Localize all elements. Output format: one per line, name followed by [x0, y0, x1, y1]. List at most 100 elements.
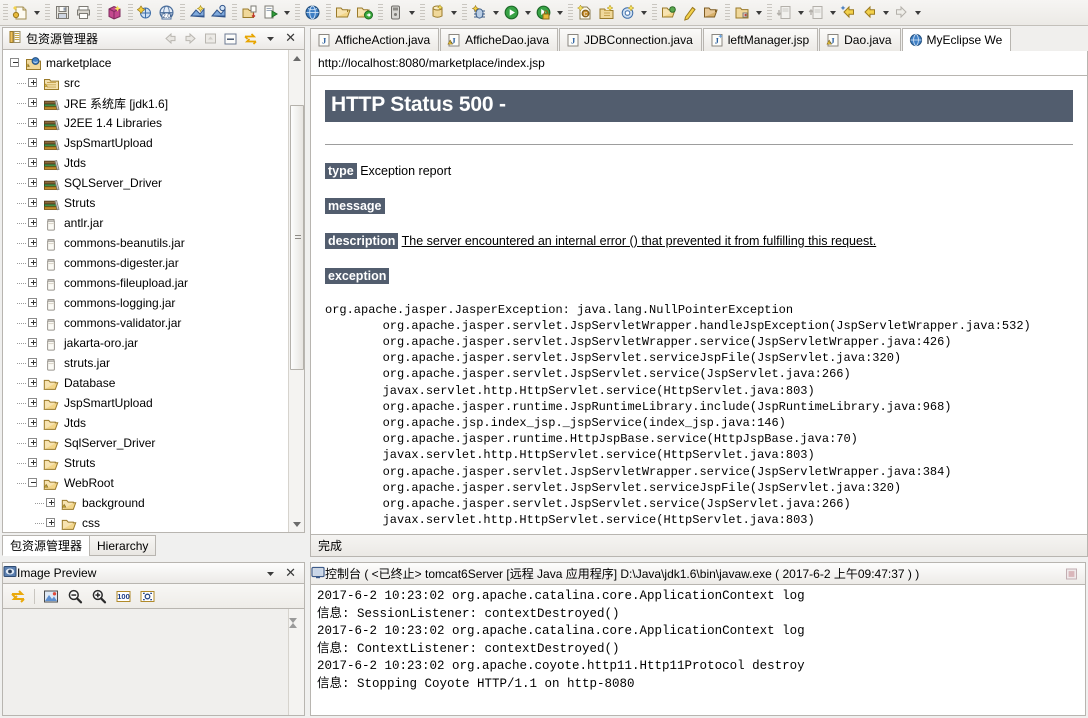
expand-toggle-icon[interactable] [35, 497, 58, 510]
browser-icon[interactable] [302, 2, 323, 23]
collapse-up-icon[interactable] [201, 30, 220, 48]
folder-link-dropdown-icon[interactable] [753, 2, 764, 23]
expand-toggle-icon[interactable] [17, 397, 40, 410]
toolbar-grip[interactable] [97, 3, 102, 22]
toolbar-grip[interactable] [128, 3, 133, 22]
toolbar-grip[interactable] [45, 3, 50, 22]
close-icon[interactable]: ✕ [281, 567, 300, 580]
tree-item[interactable]: commons-validator.jar [3, 313, 287, 333]
open-folder-icon[interactable] [333, 2, 354, 23]
web20-icon[interactable]: 2.0 [156, 2, 177, 23]
tree-item[interactable]: WebRoot [3, 473, 287, 493]
toolbar-grip[interactable] [568, 3, 573, 22]
toolbar-grip[interactable] [725, 3, 730, 22]
zoom-out-icon[interactable] [64, 586, 86, 606]
view-tab[interactable]: 包资源管理器 [2, 535, 91, 556]
tree-item[interactable]: src [3, 73, 287, 93]
toolbar-grip[interactable] [652, 3, 657, 22]
expand-toggle-icon[interactable] [17, 217, 40, 230]
expand-toggle-icon[interactable] [17, 337, 40, 350]
new-wizard-dropdown-icon[interactable] [31, 2, 42, 23]
expand-toggle-icon[interactable] [17, 257, 40, 270]
new-jsp-icon[interactable] [187, 2, 208, 23]
expand-toggle-icon[interactable] [17, 357, 40, 370]
toolbar-grip[interactable] [326, 3, 331, 22]
new-html-icon[interactable] [208, 2, 229, 23]
tree-item[interactable]: css [3, 513, 287, 532]
open-type-icon[interactable] [659, 2, 680, 23]
prev-annotation-dropdown-icon[interactable] [827, 2, 838, 23]
database-icon[interactable] [427, 2, 448, 23]
forward-dropdown-icon[interactable] [912, 2, 923, 23]
tree-vertical-scrollbar[interactable] [288, 50, 304, 532]
run-secure-icon[interactable] [533, 2, 554, 23]
tree-item[interactable]: Jtds [3, 413, 287, 433]
expand-toggle-icon[interactable] [35, 517, 58, 530]
export-run-dropdown-icon[interactable] [281, 2, 292, 23]
database-dropdown-icon[interactable] [448, 2, 459, 23]
editor-tab[interactable]: MyEclipse We [901, 28, 1012, 51]
close-icon[interactable]: ✕ [281, 32, 300, 45]
editor-tab[interactable]: J JDBConnection.java [559, 28, 702, 51]
tree-item[interactable]: commons-fileupload.jar [3, 273, 287, 293]
editor-tab[interactable]: J Dao.java [819, 28, 901, 51]
tree-item[interactable]: marketplace [3, 53, 287, 73]
back-icon[interactable] [161, 30, 180, 48]
scrollbar-thumb[interactable] [290, 105, 304, 370]
tree-item[interactable]: JRE 系统库 [jdk1.6] [3, 93, 287, 113]
zoom-100-icon[interactable]: 100 [112, 586, 134, 606]
last-edit-icon[interactable] [838, 2, 859, 23]
tree-item[interactable]: SqlServer_Driver [3, 433, 287, 453]
link-editor-icon[interactable] [7, 586, 29, 606]
deploy-icon[interactable] [354, 2, 375, 23]
tree-item[interactable]: Struts [3, 193, 287, 213]
expand-toggle-icon[interactable] [17, 317, 40, 330]
expand-toggle-icon[interactable] [17, 277, 40, 290]
tree-item[interactable]: jakarta-oro.jar [3, 333, 287, 353]
tree-item[interactable]: Jtds [3, 153, 287, 173]
toolbar-grip[interactable] [420, 3, 425, 22]
scroll-down-icon[interactable] [289, 516, 304, 532]
debug-icon[interactable] [469, 2, 490, 23]
run-icon[interactable] [501, 2, 522, 23]
collapse-toggle-icon[interactable] [17, 477, 40, 490]
expand-toggle-icon[interactable] [17, 197, 40, 210]
editor-tab[interactable]: J AfficheDao.java [440, 28, 559, 51]
image-preview-scrollbar[interactable] [288, 609, 304, 715]
image-preview-tab[interactable]: Image Preview ✕ [2, 562, 305, 584]
tree-item[interactable]: JspSmartUpload [3, 133, 287, 153]
import-icon[interactable] [239, 2, 260, 23]
new-package-icon[interactable] [596, 2, 617, 23]
toolbar-grip[interactable] [462, 3, 467, 22]
run-secure-dropdown-icon[interactable] [554, 2, 565, 23]
search-icon[interactable] [680, 2, 701, 23]
editor-tab[interactable]: JleftManager.jsp [702, 28, 819, 51]
expand-toggle-icon[interactable] [17, 377, 40, 390]
tree-item[interactable]: commons-logging.jar [3, 293, 287, 313]
preview-image-icon[interactable] [40, 586, 62, 606]
project-tree[interactable]: marketplace src JRE 系统库 [jdk1.6] J2EE 1.4 L… [3, 50, 287, 532]
scroll-up-icon[interactable] [289, 50, 304, 66]
view-menu-icon[interactable] [261, 30, 280, 48]
expand-toggle-icon[interactable] [17, 77, 40, 90]
link-editor-icon[interactable] [241, 30, 260, 48]
tree-item[interactable]: background [3, 493, 287, 513]
tree-item[interactable]: struts.jar [3, 353, 287, 373]
folder-link-icon[interactable] [732, 2, 753, 23]
tree-item[interactable]: commons-digester.jar [3, 253, 287, 273]
print-icon[interactable] [73, 2, 94, 23]
toolbar-grip[interactable] [3, 3, 8, 22]
export-run-icon[interactable] [260, 2, 281, 23]
browser-url-bar[interactable]: http://localhost:8080/marketplace/index.… [310, 51, 1088, 76]
tree-item[interactable]: JspSmartUpload [3, 393, 287, 413]
console-tab[interactable]: 控制台 ( <已终止> tomcat6Server [远程 Java 应用程序]… [310, 562, 1086, 585]
save-icon[interactable] [52, 2, 73, 23]
forward-icon[interactable] [891, 2, 912, 23]
run-dropdown-icon[interactable] [522, 2, 533, 23]
package-explorer-tab[interactable]: 包资源管理器 ✕ [2, 27, 305, 49]
new-class-icon[interactable]: C [575, 2, 596, 23]
tree-item[interactable]: J2EE 1.4 Libraries [3, 113, 287, 133]
editor-tab[interactable]: J AfficheAction.java [310, 28, 440, 51]
expand-toggle-icon[interactable] [17, 437, 40, 450]
next-annotation-icon[interactable] [774, 2, 795, 23]
